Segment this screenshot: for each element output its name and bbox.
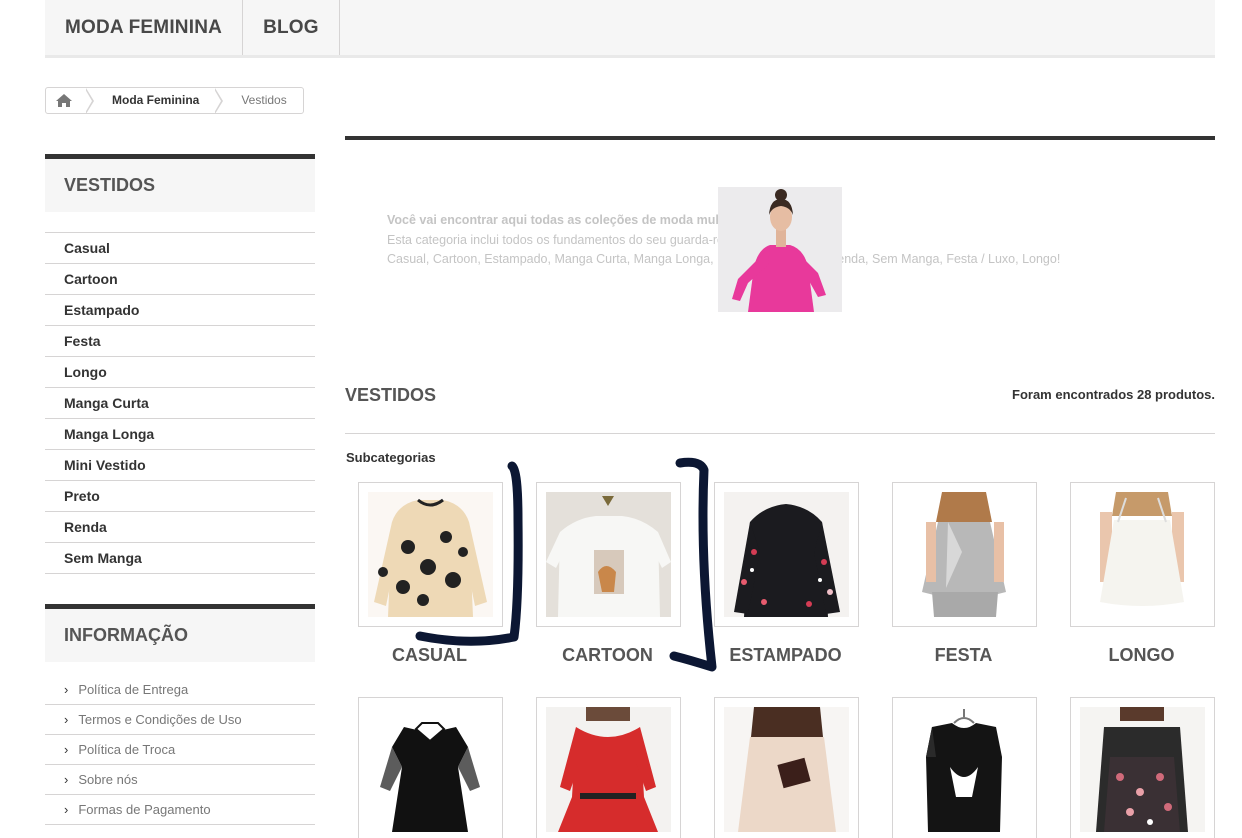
subcategory-thumb-longo[interactable]	[1070, 482, 1215, 627]
category-item-cartoon[interactable]: Cartoon	[45, 264, 315, 295]
nav-blog[interactable]: BLOG	[243, 0, 340, 55]
home-icon	[56, 94, 72, 107]
category-item-manga-longa[interactable]: Manga Longa	[45, 419, 315, 450]
subcategory-thumb-7[interactable]	[536, 697, 681, 838]
subcategory-name-estampado[interactable]: ESTAMPADO	[713, 645, 858, 666]
info-item-label: Política de Troca	[78, 742, 176, 757]
info-item-label: Sobre nós	[78, 772, 138, 787]
information-block-title: INFORMAÇÃO	[45, 604, 315, 662]
breadcrumb-current: Vestidos	[241, 93, 287, 107]
chevron-right-icon: ›	[64, 712, 69, 727]
subcategory-thumb-10[interactable]	[1070, 697, 1215, 838]
nav-moda-feminina[interactable]: MODA FEMININA	[45, 0, 244, 55]
breadcrumb-moda-feminina[interactable]: Moda Feminina	[94, 88, 215, 113]
breadcrumb: Moda Feminina Vestidos	[45, 87, 304, 114]
category-hero-image	[718, 187, 842, 312]
subcategory-thumb-6[interactable]	[358, 697, 503, 838]
category-item-renda[interactable]: Renda	[45, 512, 315, 543]
subcategory-name-longo[interactable]: LONGO	[1069, 645, 1214, 666]
chevron-right-icon: ›	[64, 802, 69, 817]
black-leather-dress-image	[902, 707, 1027, 832]
beige-dress-image	[724, 707, 849, 832]
floral-mesh-dress-image	[1080, 707, 1205, 832]
info-item-label: Política de Entrega	[78, 682, 189, 697]
info-item-pagamento[interactable]: › Formas de Pagamento	[45, 795, 315, 825]
casual-image	[368, 492, 493, 617]
category-block-title: VESTIDOS	[45, 154, 315, 212]
chevron-right-icon: ›	[64, 682, 69, 697]
subcategory-name-festa[interactable]: FESTA	[891, 645, 1036, 666]
breadcrumb-separator	[214, 88, 224, 113]
info-item-label: Formas de Pagamento	[78, 802, 211, 817]
longo-image	[1080, 492, 1205, 617]
category-item-festa[interactable]: Festa	[45, 326, 315, 357]
subcategory-thumb-cartoon[interactable]	[536, 482, 681, 627]
top-navigation: MODA FEMININA BLOG	[45, 0, 1215, 58]
category-item-longo[interactable]: Longo	[45, 357, 315, 388]
category-item-preto[interactable]: Preto	[45, 481, 315, 512]
subcategory-thumb-casual[interactable]	[358, 482, 503, 627]
info-item-termos[interactable]: › Termos e Condições de Uso	[45, 705, 315, 735]
black-lace-dress-image	[368, 707, 493, 832]
info-item-entrega[interactable]: › Política de Entrega	[45, 675, 315, 705]
chevron-right-icon: ›	[64, 772, 69, 787]
content-top-rule	[345, 136, 1215, 140]
subcategory-thumb-festa[interactable]	[892, 482, 1037, 627]
cartoon-image	[546, 492, 671, 617]
information-block: INFORMAÇÃO › Política de Entrega › Termos …	[45, 604, 315, 825]
subcategory-thumb-9[interactable]	[892, 697, 1037, 838]
subcategory-thumb-8[interactable]	[714, 697, 859, 838]
category-list: Casual Cartoon Estampado Festa Longo Man…	[45, 232, 315, 574]
category-item-mini-vestido[interactable]: Mini Vestido	[45, 450, 315, 481]
information-list: › Política de Entrega › Termos e Condições…	[45, 675, 315, 825]
category-item-estampado[interactable]: Estampado	[45, 295, 315, 326]
festa-image	[902, 492, 1027, 617]
subcategories-label: Subcategorias	[346, 450, 436, 465]
page-title: VESTIDOS	[345, 385, 437, 405]
breadcrumb-separator	[85, 88, 94, 113]
breadcrumb-home[interactable]	[46, 88, 86, 113]
info-item-label: Termos e Condições de Uso	[78, 712, 242, 727]
red-dress-image	[546, 707, 671, 832]
category-item-sem-manga[interactable]: Sem Manga	[45, 543, 315, 574]
subcategory-name-cartoon[interactable]: CARTOON	[535, 645, 680, 666]
estampado-image	[724, 492, 849, 617]
category-item-manga-curta[interactable]: Manga Curta	[45, 388, 315, 419]
info-item-sobre[interactable]: › Sobre nós	[45, 765, 315, 795]
product-count: Foram encontrados 28 produtos.	[1012, 387, 1215, 402]
chevron-right-icon: ›	[64, 742, 69, 757]
subcategory-thumb-estampado[interactable]	[714, 482, 859, 627]
subcategory-name-casual[interactable]: CASUAL	[357, 645, 502, 666]
divider	[345, 433, 1215, 434]
info-item-troca[interactable]: › Política de Troca	[45, 735, 315, 765]
category-block: VESTIDOS Casual Cartoon Estampado Festa …	[45, 154, 315, 574]
category-item-casual[interactable]: Casual	[45, 233, 315, 264]
